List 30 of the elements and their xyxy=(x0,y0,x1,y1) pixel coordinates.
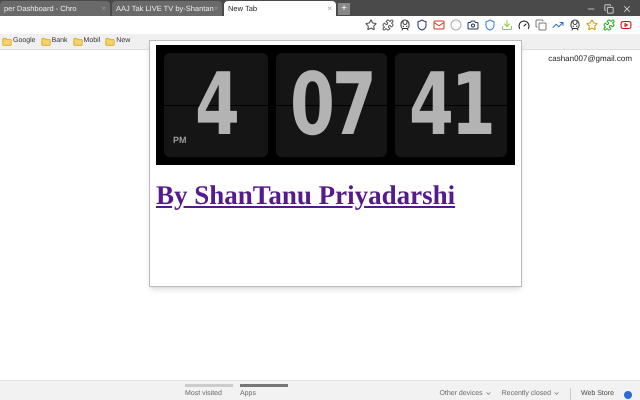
gauge-icon[interactable] xyxy=(518,19,530,31)
chart-icon[interactable] xyxy=(552,19,564,31)
folder-icon xyxy=(105,36,116,46)
mail-icon[interactable] xyxy=(433,19,445,31)
clock-digits: 4 xyxy=(194,62,237,148)
close-icon[interactable] xyxy=(622,4,632,14)
new-tab-button[interactable]: + xyxy=(338,3,350,15)
store-icon[interactable] xyxy=(624,391,632,399)
clock-digits: 07 xyxy=(290,62,374,148)
puzzle-icon[interactable] xyxy=(603,19,615,31)
puzzle-icon[interactable] xyxy=(382,19,394,31)
folder-icon xyxy=(40,36,51,46)
caret-icon xyxy=(553,390,560,398)
star-icon[interactable] xyxy=(365,19,377,31)
author-link[interactable]: By ShanTanu Priyadarshi xyxy=(156,175,515,216)
camera-icon[interactable] xyxy=(467,19,479,31)
train-icon[interactable] xyxy=(569,19,581,31)
caret-icon xyxy=(484,390,492,398)
shield-icon[interactable] xyxy=(416,19,428,31)
folder-icon xyxy=(72,36,83,46)
video-icon[interactable] xyxy=(620,19,632,31)
close-icon[interactable]: × xyxy=(327,2,332,14)
restore-icon[interactable] xyxy=(604,4,614,14)
star-icon[interactable] xyxy=(586,19,598,31)
train-icon[interactable] xyxy=(399,19,411,31)
account-email[interactable]: cashan007@gmail.com xyxy=(548,53,632,65)
copy-icon[interactable] xyxy=(535,19,547,31)
period-label: PM xyxy=(173,134,186,146)
clock-digits: 41 xyxy=(409,62,494,148)
folder-icon xyxy=(2,36,12,46)
